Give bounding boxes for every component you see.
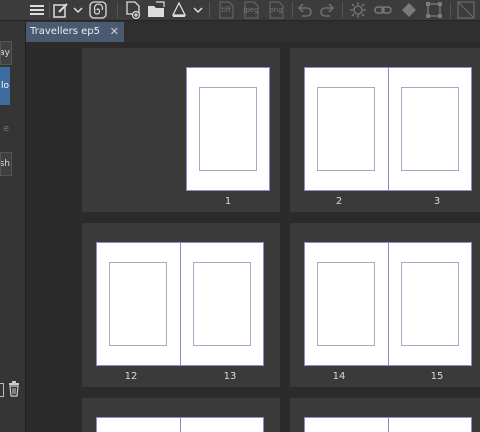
page-number: 14 xyxy=(332,371,346,382)
fill-icon[interactable] xyxy=(398,0,420,20)
chevron-down-icon[interactable] xyxy=(192,0,204,20)
page-number: 12 xyxy=(124,371,138,382)
brush-item-label: Spray xyxy=(0,48,10,58)
page-thumbnail[interactable] xyxy=(186,67,270,191)
chevron-down-icon[interactable] xyxy=(72,0,84,20)
chain-icon[interactable] xyxy=(372,0,394,20)
export-png-icon[interactable]: png xyxy=(265,0,287,20)
pen-tool-icon[interactable] xyxy=(52,0,70,20)
page-spread[interactable] xyxy=(290,398,480,432)
main-toolbar: tiff jpeg png xyxy=(0,0,480,21)
brush-item[interactable]: sh xyxy=(0,152,12,176)
save-icon[interactable] xyxy=(170,0,188,20)
brush-item-label: e xyxy=(3,124,9,134)
page-thumbnail[interactable] xyxy=(304,417,389,432)
export-png-label: png xyxy=(269,5,283,14)
page-thumbnail[interactable] xyxy=(304,242,389,366)
toolbar-separator xyxy=(450,2,451,18)
menu-icon[interactable] xyxy=(28,0,46,20)
page-frame xyxy=(401,87,459,171)
brush-item-label: sh xyxy=(0,159,10,169)
ruler-icon[interactable] xyxy=(455,0,477,20)
brush-item[interactable]: e xyxy=(0,118,10,140)
open-folder-icon[interactable] xyxy=(146,0,168,20)
brush-panel: Spray lo e sh xyxy=(0,21,26,432)
page-number: 2 xyxy=(335,196,343,207)
page-spread[interactable]: 2 3 xyxy=(290,48,480,212)
page-spread[interactable]: 1 xyxy=(82,48,280,212)
document-tab-bar: Travellers ep5 ✕ xyxy=(26,21,480,42)
page-thumbnail[interactable] xyxy=(388,242,472,366)
close-icon[interactable]: ✕ xyxy=(110,22,119,42)
page-number: 13 xyxy=(223,371,237,382)
page-thumbnail[interactable] xyxy=(388,67,472,191)
page-spread[interactable]: 12 13 xyxy=(82,223,280,387)
page-spread[interactable]: 14 15 xyxy=(290,223,480,387)
page-number: 1 xyxy=(224,196,232,207)
toolbar-separator xyxy=(292,2,293,18)
page-number: 3 xyxy=(433,196,441,207)
new-file-icon[interactable] xyxy=(123,0,143,20)
page-frame xyxy=(317,262,375,346)
toolbar-separator xyxy=(117,2,118,18)
transform-icon[interactable] xyxy=(423,0,445,20)
burst-icon[interactable] xyxy=(347,0,369,20)
page-frame xyxy=(401,262,459,346)
copy-icon[interactable] xyxy=(0,383,4,397)
page-manager-canvas: 1 2 3 12 13 14 15 xyxy=(26,42,480,432)
trash-icon[interactable] xyxy=(8,381,20,401)
toolbar-separator xyxy=(49,2,50,18)
page-frame xyxy=(109,262,167,346)
page-thumbnail[interactable] xyxy=(304,67,389,191)
brush-item-selected[interactable]: lo xyxy=(0,67,10,105)
brush-item-label: lo xyxy=(0,81,9,91)
export-tiff-icon[interactable]: tiff xyxy=(215,0,237,20)
undo-icon[interactable] xyxy=(296,0,314,20)
page-thumbnail[interactable] xyxy=(180,417,264,432)
page-spread[interactable] xyxy=(82,398,280,432)
export-jpeg-icon[interactable]: jpeg xyxy=(240,0,262,20)
tab-title: Travellers ep5 xyxy=(30,26,101,37)
toolbar-separator xyxy=(342,2,343,18)
redo-icon[interactable] xyxy=(318,0,336,20)
page-number: 15 xyxy=(430,371,444,382)
page-frame xyxy=(317,87,375,171)
page-thumbnail[interactable] xyxy=(96,417,181,432)
page-thumbnail[interactable] xyxy=(180,242,264,366)
brush-item-spray[interactable]: Spray xyxy=(0,41,12,65)
page-frame xyxy=(193,262,251,346)
page-thumbnail[interactable] xyxy=(96,242,181,366)
tab-travellers-ep5[interactable]: Travellers ep5 ✕ xyxy=(26,22,124,42)
spiral-icon[interactable] xyxy=(88,0,108,20)
export-jpeg-label: jpeg xyxy=(243,5,259,14)
toolbar-separator xyxy=(209,2,210,18)
page-thumbnail[interactable] xyxy=(388,417,472,432)
page-frame xyxy=(199,87,257,171)
export-tiff-label: tiff xyxy=(221,5,231,14)
